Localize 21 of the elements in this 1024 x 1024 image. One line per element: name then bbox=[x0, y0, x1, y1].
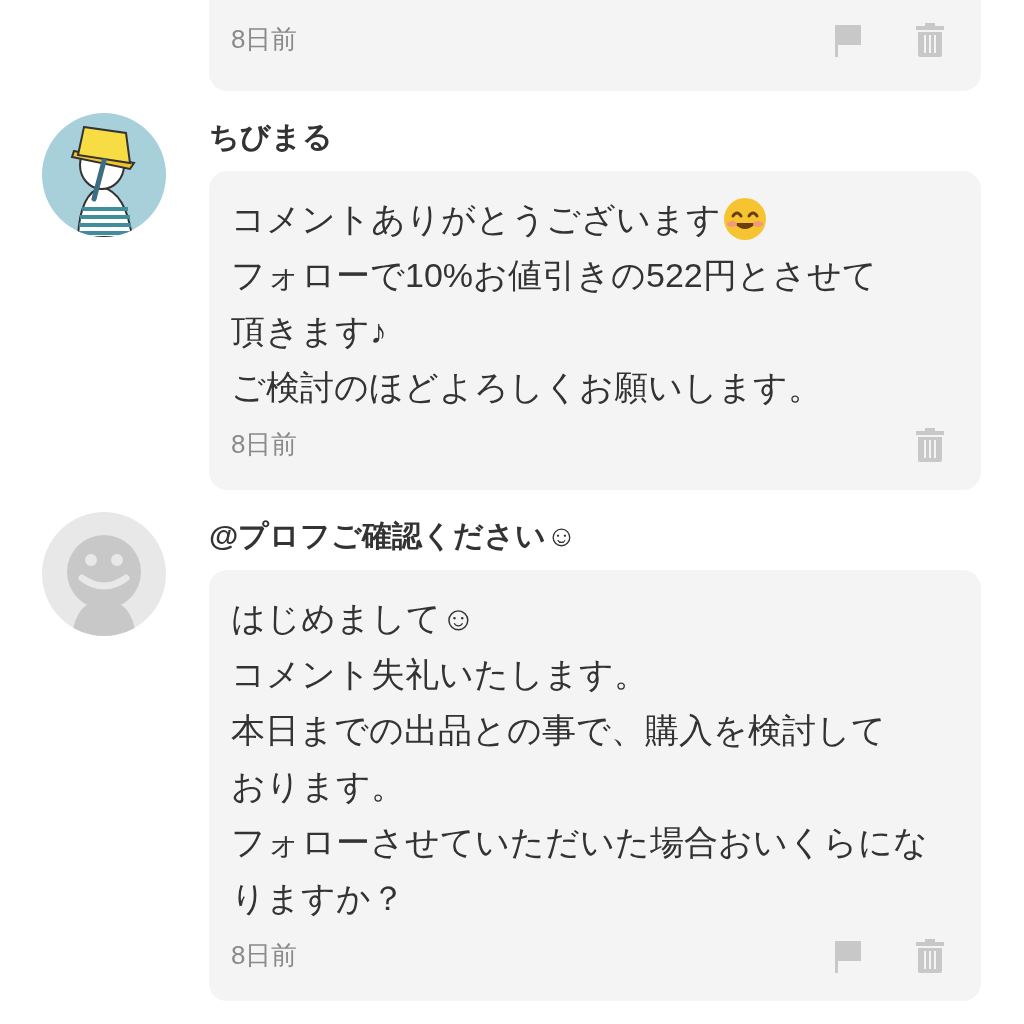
comment-text: コメントありがとうございます bbox=[231, 198, 721, 240]
comment-text: フォローさせていただいた場合おいくらにな bbox=[231, 821, 928, 863]
timestamp: 8日前 bbox=[231, 939, 299, 972]
comment-text: ご検討のほどよろしくお願いします。 bbox=[231, 366, 822, 408]
comment-text: 本日までの出品との事で、購入を検討して bbox=[231, 709, 886, 751]
comment-text: おります。 bbox=[231, 765, 405, 807]
comment-text: はじめまして☺ bbox=[231, 597, 476, 639]
comment-text: コメント失礼いたします。 bbox=[231, 653, 648, 695]
comment-text: りますか？ bbox=[231, 877, 405, 919]
username[interactable]: ちびまる bbox=[209, 117, 333, 157]
trash-icon[interactable] bbox=[915, 426, 945, 463]
smiling-face-icon bbox=[723, 197, 767, 241]
timestamp: 8日前 bbox=[231, 23, 299, 56]
flag-icon[interactable] bbox=[833, 22, 863, 57]
comment-text: フォローで10%お値引きの522円とさせて bbox=[231, 254, 877, 296]
trash-icon[interactable] bbox=[915, 21, 945, 58]
timestamp: 8日前 bbox=[231, 428, 299, 461]
trash-icon[interactable] bbox=[915, 937, 945, 974]
username[interactable]: @プロフご確認ください☺ bbox=[209, 516, 577, 556]
flag-icon[interactable] bbox=[833, 938, 863, 973]
comment-text: 頂きます♪ bbox=[231, 310, 387, 352]
